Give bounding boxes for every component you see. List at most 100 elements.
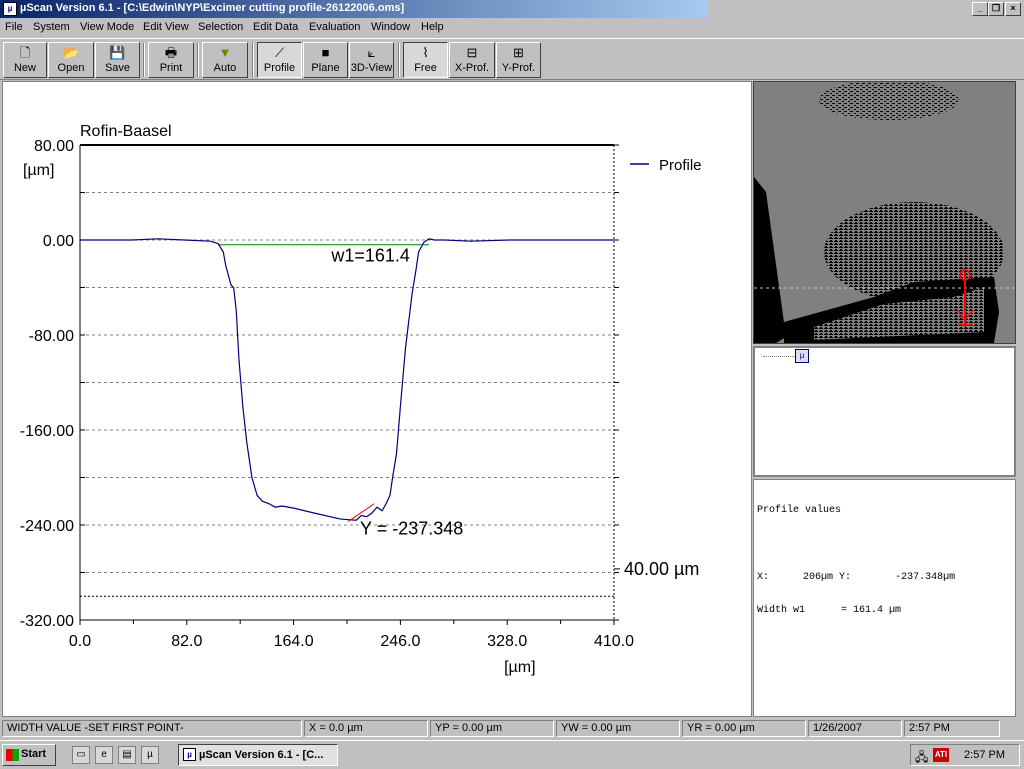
3d-axes-icon: ⟀ [367,45,376,60]
document-node-icon[interactable]: µ [795,349,809,363]
x-profile-button[interactable]: ⊟ X-Prof. [449,42,495,78]
new-button[interactable]: 🗋 New [3,42,47,78]
auto-button-label: Auto [213,62,237,74]
profile-values-xy-row: X: 206µm Y: -237.348µm [757,572,1012,583]
x-tick-label: 82.0 [171,633,202,650]
y-tick-label: -160.00 [20,423,74,440]
menu-view-mode[interactable]: View Mode [80,21,134,33]
uscan-quick-launch-icon[interactable]: µ [141,746,159,764]
minimize-button[interactable]: _ [972,2,988,16]
x-axis-label: [µm] [504,659,535,676]
x-tick-label: 164.0 [274,633,314,650]
save-button[interactable]: 💾 Save [95,42,140,78]
title-bar: µ µScan Version 6.1 - [C:\Edwin\NYP\Exci… [0,0,1024,18]
legend-entry: Profile [659,157,702,174]
profile-values-title: Profile values [757,505,842,516]
menu-file[interactable]: File [5,21,23,33]
x-tick-label: 328.0 [487,633,527,650]
y-tick-label: 80.00 [34,138,74,155]
x-profile-icon: ⊟ [466,45,478,60]
profile-button[interactable]: ⟋ Profile [257,42,302,78]
y-profile-button-label: Y-Prof. [501,62,536,74]
internet-explorer-icon[interactable]: e [95,746,113,764]
save-button-label: Save [104,62,131,74]
taskbar-uscan-label: µScan Version 6.1 - [C... [199,749,324,761]
floppy-disk-icon: 💾 [109,45,126,60]
app-icon[interactable]: µ [3,2,17,16]
new-file-icon: 🗋 [19,45,31,60]
window-title: µScan Version 6.1 - [C:\Edwin\NYP\Excime… [20,2,405,14]
toolbar-separator [398,43,400,77]
y-value: -237.348µm [895,572,956,583]
toolbar-separator [197,43,199,77]
tree-connector [763,356,795,357]
open-button[interactable]: 📂 Open [48,42,94,78]
plane-icon: ■ [321,45,330,60]
x-profile-button-label: X-Prof. [454,62,490,74]
menu-bar: File System View Mode Edit View Selectio… [0,18,1024,38]
taskbar: Start ▭ e ▤ µ µ µScan Version 6.1 - [C..… [0,740,1024,768]
profile-chart-panel[interactable]: 80.00 0.00 -80.00 -160.00 -240.00 -320.00 [µm]… [2,81,752,717]
printer-icon: 🖶 [164,45,178,60]
tree-view-panel[interactable]: µ [753,346,1016,477]
profile-chart-icon: ⟋ [274,45,285,60]
print-button[interactable]: 🖶 Print [148,42,194,78]
plane-button-label: Plane [311,62,340,74]
auto-button[interactable]: ▼ Auto [202,42,248,78]
status-yr: YR = 0.00 µm [682,720,806,737]
free-button-label: Free [414,62,437,74]
x-value: 206µm [803,572,834,583]
width-label: Width w1 [757,605,806,616]
menu-window[interactable]: Window [371,21,410,33]
y-tick-label: -320.00 [20,613,74,630]
profile-values-width-row: Width w1 = 161.4 µm [757,605,1012,616]
desktop-icon[interactable]: ▭ [72,746,90,764]
width-annotation: w1=161.4 [330,245,410,265]
menu-help[interactable]: Help [421,21,444,33]
surface-image-view[interactable] [753,81,1016,344]
explorer-icon[interactable]: ▤ [118,746,136,764]
y-tick-label: 0.00 [43,233,74,250]
scale-annotation: 40.00 µm [624,559,699,579]
y-tick-label: -240.00 [20,518,74,535]
status-message: WIDTH VALUE -SET FIRST POINT- [2,720,302,737]
system-tray: 🖧 ATI 2:57 PM [910,744,1020,766]
status-time: 2:57 PM [904,720,1000,737]
start-label: Start [21,748,47,760]
windows-flag-icon [6,749,19,761]
3d-view-button[interactable]: ⟀ 3D-View [349,42,394,78]
y-axis-label: [µm] [23,162,54,179]
menu-selection[interactable]: Selection [198,21,243,33]
menu-edit-data[interactable]: Edit Data [253,21,298,33]
taskbar-clock: 2:57 PM [964,749,1005,761]
x-tick-label: 410.0 [594,633,634,650]
close-button[interactable]: × [1005,2,1021,16]
menu-edit-view[interactable]: Edit View [143,21,189,33]
profile-values-panel: Profile values X: 206µm Y: -237.348µm Widt… [753,479,1016,717]
y-profile-button[interactable]: ⊞ Y-Prof. [496,42,541,78]
profile-chart[interactable]: 80.00 0.00 -80.00 -160.00 -240.00 -320.00 [µm]… [3,82,751,716]
menu-system[interactable]: System [33,21,70,33]
open-folder-icon: 📂 [62,45,80,60]
surface-scan-image[interactable] [754,82,1015,343]
taskbar-uscan-window[interactable]: µ µScan Version 6.1 - [C... [178,744,338,766]
chart-title: Rofin-Baasel [80,123,172,140]
start-button[interactable]: Start [2,744,56,766]
x-tick-label: 246.0 [380,633,420,650]
ati-icon[interactable]: ATI [933,748,949,762]
plane-button[interactable]: ■ Plane [303,42,348,78]
open-button-label: Open [57,62,85,74]
width-value: = 161.4 µm [841,605,902,616]
3d-view-button-label: 3D-View [350,62,393,74]
status-date: 1/26/2007 [808,720,902,737]
x-label: X: [757,572,770,583]
free-button[interactable]: ⌇ Free [403,42,448,78]
toolbar-separator [252,43,254,77]
status-bar: WIDTH VALUE -SET FIRST POINT- X = 0.0 µm… [0,718,1024,738]
new-button-label: New [13,62,36,74]
restore-button[interactable]: ❐ [988,2,1004,16]
toolbar: 🗋 New 📂 Open 💾 Save 🖶 Print ▼ Auto ⟋ Pro… [0,38,1024,80]
y-value-annotation: Y = -237.348 [360,519,463,539]
network-icon[interactable]: 🖧 [915,748,928,769]
menu-evaluation[interactable]: Evaluation [309,21,360,33]
